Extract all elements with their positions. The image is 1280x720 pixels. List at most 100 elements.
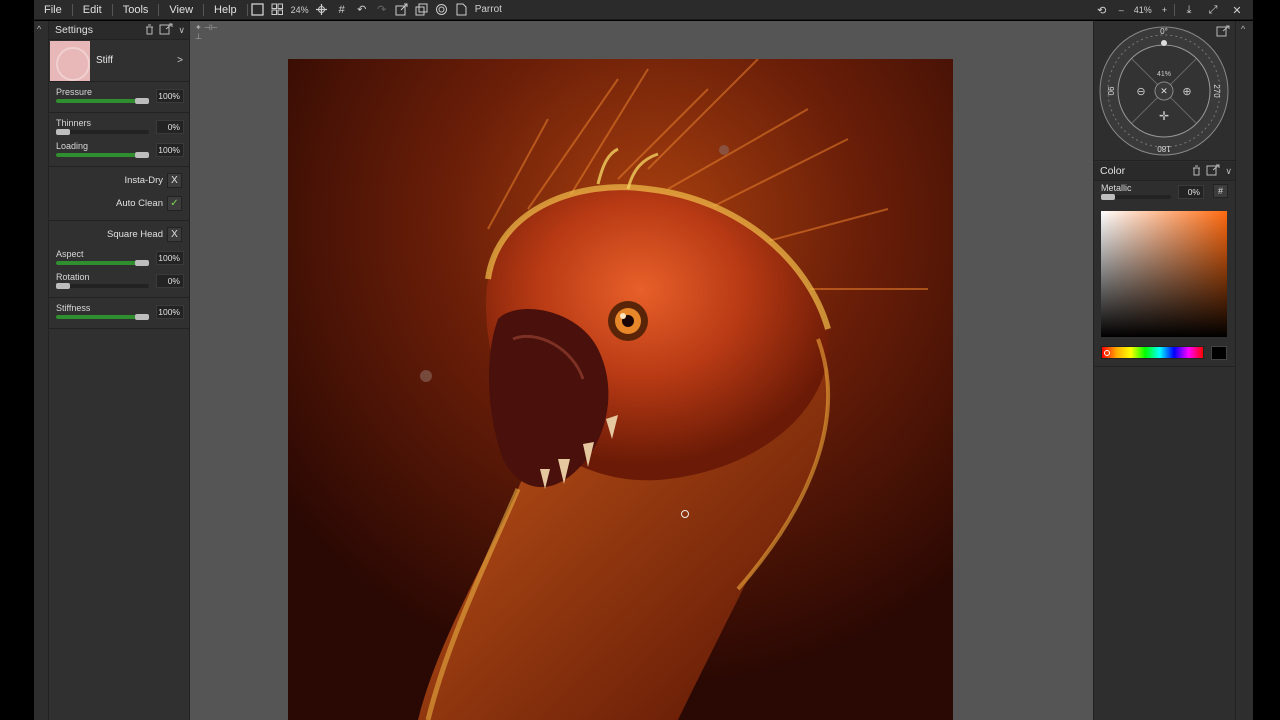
slider-knob[interactable] bbox=[135, 314, 149, 320]
undo-icon[interactable]: ↶ bbox=[354, 2, 370, 18]
param-loading[interactable]: Loading 100% bbox=[49, 139, 189, 162]
chevron-up-icon[interactable]: ^ bbox=[37, 24, 41, 34]
toggle-label: Auto Clean bbox=[115, 198, 163, 209]
fullscreen-icon[interactable]: ⤢ bbox=[1205, 2, 1221, 18]
metallic-row[interactable]: Metallic 0% # bbox=[1094, 181, 1236, 203]
stiffness-slider[interactable] bbox=[56, 314, 149, 320]
slider-knob[interactable] bbox=[135, 152, 149, 158]
toggle-label: Square Head bbox=[107, 229, 163, 240]
param-stiffness[interactable]: Stiffness 100% bbox=[49, 301, 189, 324]
zoom-in-icon[interactable]: ⊕ bbox=[1182, 86, 1191, 98]
param-aspect[interactable]: Aspect 100% bbox=[49, 247, 189, 270]
pressure-section: Pressure 100% bbox=[49, 82, 189, 113]
toggle-auto-clean[interactable]: Auto Clean ✓ bbox=[49, 193, 189, 216]
toggle-insta-dry[interactable]: Insta-Dry X bbox=[49, 170, 189, 193]
navigator-popout-icon[interactable] bbox=[1216, 25, 1230, 40]
chevron-up-icon[interactable]: ^ bbox=[1241, 24, 1245, 34]
color-swatch[interactable] bbox=[1211, 346, 1227, 360]
color-picker-square[interactable] bbox=[1101, 211, 1227, 337]
param-value[interactable]: 100% bbox=[156, 89, 184, 103]
square-head-checkbox[interactable]: X bbox=[167, 227, 182, 242]
chevron-down-icon[interactable]: ∨ bbox=[178, 25, 185, 36]
right-collapse-strip[interactable]: ^ bbox=[1235, 21, 1253, 720]
loading-slider[interactable] bbox=[56, 152, 149, 158]
hue-slider[interactable] bbox=[1101, 346, 1204, 359]
cleaning-section: Insta-Dry X Auto Clean ✓ bbox=[49, 167, 189, 221]
menu-help[interactable]: Help bbox=[204, 0, 247, 20]
hue-marker[interactable] bbox=[1104, 350, 1110, 356]
angle-bottom: 180 bbox=[1157, 144, 1171, 153]
hex-input-button[interactable]: # bbox=[1213, 184, 1228, 198]
paint-section: Thinners 0% Loading 100% bbox=[49, 113, 189, 167]
toggle-label: Insta-Dry bbox=[124, 175, 163, 186]
param-value[interactable]: 0% bbox=[156, 274, 184, 288]
slider-knob[interactable] bbox=[135, 98, 149, 104]
slider-knob[interactable] bbox=[1101, 194, 1115, 200]
canvas-pin-icon[interactable]: ✦ ⊣⊢ ⊥ bbox=[195, 23, 218, 41]
brush-selector[interactable]: Stiff > bbox=[49, 40, 189, 82]
toggle-square-head[interactable]: Square Head X bbox=[49, 224, 189, 247]
brush-expand-arrow[interactable]: > bbox=[177, 55, 183, 66]
grid-hash-icon[interactable]: # bbox=[334, 2, 350, 18]
head-section: Square Head X Aspect 100% Rotation 0% bbox=[49, 221, 189, 298]
rotation-slider[interactable] bbox=[56, 283, 149, 289]
chevron-down-icon[interactable]: ∨ bbox=[1225, 166, 1232, 177]
menu-divider bbox=[246, 3, 248, 16]
param-value[interactable]: 0% bbox=[156, 120, 184, 134]
navigator-panel[interactable]: ✕ 0° 90 270 180 41% ⊖ ⊕ ✛ bbox=[1094, 21, 1236, 161]
param-value[interactable]: 100% bbox=[156, 143, 184, 157]
move-icon[interactable] bbox=[314, 2, 330, 18]
param-value[interactable]: 100% bbox=[156, 251, 184, 265]
slider-knob[interactable] bbox=[56, 283, 70, 289]
metallic-value[interactable]: 0% bbox=[1178, 185, 1204, 199]
menu-edit[interactable]: Edit bbox=[73, 0, 112, 20]
metallic-slider[interactable] bbox=[1101, 194, 1171, 200]
metallic-label: Metallic bbox=[1101, 183, 1132, 193]
layers-icon[interactable] bbox=[414, 2, 430, 18]
download-icon[interactable]: ⤓ bbox=[1181, 2, 1197, 18]
param-label: Loading bbox=[56, 141, 89, 151]
close-icon[interactable]: ✕ bbox=[1229, 2, 1245, 18]
painting-canvas[interactable] bbox=[288, 59, 953, 720]
brush-thumbnail[interactable] bbox=[50, 40, 90, 81]
thinners-slider[interactable] bbox=[56, 129, 149, 135]
canvas-frame-icon[interactable] bbox=[250, 2, 266, 18]
navigator-close-icon[interactable]: ✕ bbox=[1160, 86, 1168, 96]
pan-icon[interactable]: ✛ bbox=[1159, 109, 1169, 123]
angle-right: 270 bbox=[1212, 84, 1221, 98]
grid-icon[interactable] bbox=[270, 2, 286, 18]
param-label: Thinners bbox=[56, 118, 92, 128]
brush-cursor bbox=[681, 510, 689, 518]
pressure-slider[interactable] bbox=[56, 98, 149, 104]
aspect-slider[interactable] bbox=[56, 260, 149, 266]
param-label: Stiffness bbox=[56, 303, 91, 313]
popout-icon[interactable] bbox=[1206, 164, 1220, 179]
left-collapse-strip[interactable]: ^ bbox=[34, 21, 49, 720]
angle-left: 90 bbox=[1106, 87, 1115, 96]
zoom-out-button[interactable]: – bbox=[1119, 5, 1124, 15]
parrot-painting bbox=[288, 59, 953, 720]
param-value[interactable]: 100% bbox=[156, 305, 184, 319]
trash-icon[interactable] bbox=[145, 24, 154, 38]
menu-tools[interactable]: Tools bbox=[113, 0, 159, 20]
param-pressure[interactable]: Pressure 100% bbox=[49, 85, 189, 108]
insta-dry-checkbox[interactable]: X bbox=[167, 173, 182, 188]
param-rotation[interactable]: Rotation 0% bbox=[49, 270, 189, 293]
param-label: Rotation bbox=[56, 272, 90, 282]
navigator-toggle-icon[interactable]: ⟲ bbox=[1094, 2, 1110, 18]
slider-knob[interactable] bbox=[135, 260, 149, 266]
canvas-texture-icon[interactable] bbox=[434, 2, 450, 18]
menu-view[interactable]: View bbox=[159, 0, 203, 20]
navigator-dial[interactable]: ✕ 0° 90 270 180 41% ⊖ ⊕ ✛ bbox=[1094, 21, 1236, 161]
redo-icon[interactable]: ↷ bbox=[374, 2, 390, 18]
param-thinners[interactable]: Thinners 0% bbox=[49, 116, 189, 139]
auto-clean-checkbox[interactable]: ✓ bbox=[167, 196, 182, 211]
zoom-readout[interactable]: 24% bbox=[291, 5, 309, 15]
zoom-out-icon[interactable]: ⊖ bbox=[1136, 86, 1145, 98]
zoom-in-button[interactable]: + bbox=[1162, 5, 1167, 15]
trash-icon[interactable] bbox=[1192, 165, 1201, 179]
menu-file[interactable]: File bbox=[34, 0, 72, 20]
popout-icon[interactable] bbox=[159, 23, 173, 38]
slider-knob[interactable] bbox=[56, 129, 70, 135]
export-icon[interactable] bbox=[394, 2, 410, 18]
